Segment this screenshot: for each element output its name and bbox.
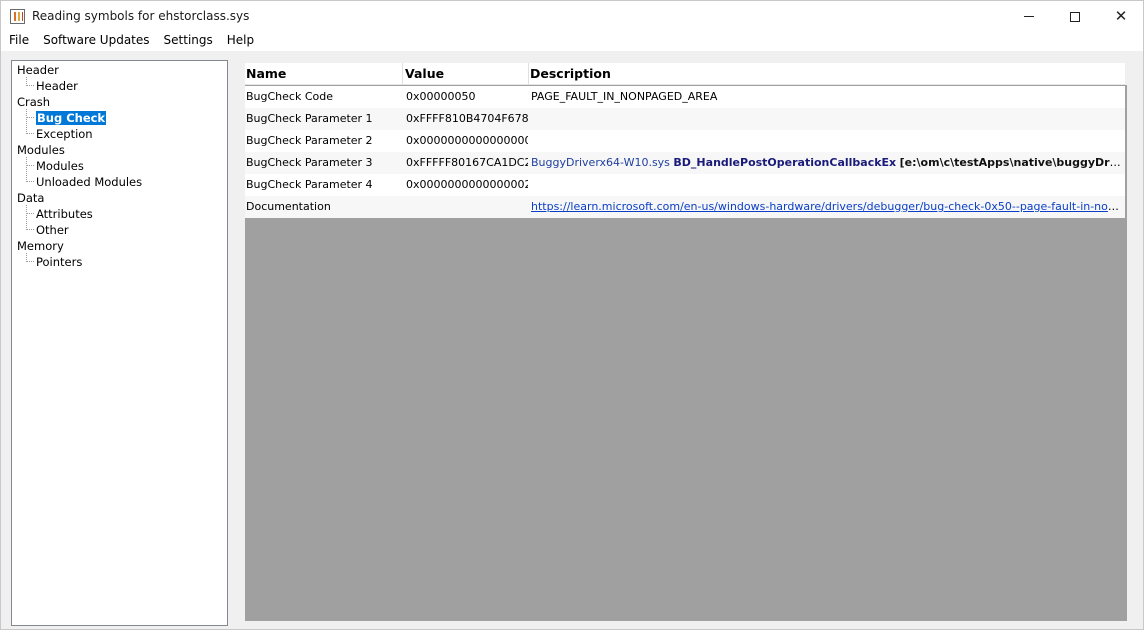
source-path: [e:\om\c\testApps\native\buggyDriver\bug… <box>899 156 1123 169</box>
tree-item-bug-check[interactable]: Bug Check <box>36 110 107 126</box>
menu-help[interactable]: Help <box>220 31 261 51</box>
tree-item-other[interactable]: Other <box>36 222 69 238</box>
row-value: 0x0000000000000000 <box>406 134 528 147</box>
tree-item-pointers[interactable]: Pointers <box>36 254 82 270</box>
close-button[interactable]: ✕ <box>1098 1 1144 32</box>
column-header-name[interactable]: Name <box>245 63 403 85</box>
grid-header: Name Value Description <box>245 63 1127 85</box>
maximize-button[interactable] <box>1052 1 1098 32</box>
tree-group-memory[interactable]: Memory <box>17 238 64 254</box>
main-area: Header Header Crash Bug Check Exception … <box>0 51 1144 630</box>
row-value <box>406 196 528 218</box>
title-bar: Reading symbols for ehstorclass.sys ✕ <box>0 0 1144 31</box>
close-icon: ✕ <box>1114 7 1128 25</box>
menu-settings[interactable]: Settings <box>157 31 220 51</box>
table-row[interactable]: Documentation https://learn.microsoft.co… <box>245 196 1125 218</box>
table-row[interactable]: BugCheck Parameter 2 0x0000000000000000 <box>245 130 1125 152</box>
row-name: BugCheck Parameter 4 <box>246 178 373 191</box>
row-value: 0xFFFFF80167CA1DC2 <box>406 156 528 169</box>
menu-file[interactable]: File <box>1 31 36 51</box>
row-description: https://learn.microsoft.com/en-us/window… <box>531 196 1123 218</box>
app-icon <box>10 9 25 24</box>
row-description <box>531 108 1123 130</box>
tree-group-data[interactable]: Data <box>17 190 44 206</box>
window-title: Reading symbols for ehstorclass.sys <box>32 9 250 23</box>
table-row[interactable]: BugCheck Code 0x00000050 PAGE_FAULT_IN_N… <box>245 86 1125 108</box>
row-name: BugCheck Parameter 1 <box>246 112 373 125</box>
row-name: Documentation <box>246 200 331 213</box>
tree-group-header[interactable]: Header <box>17 62 59 78</box>
row-description: PAGE_FAULT_IN_NONPAGED_AREA <box>531 90 718 103</box>
tree-item-unloaded-modules[interactable]: Unloaded Modules <box>36 174 142 190</box>
tree-item-attributes[interactable]: Attributes <box>36 206 93 222</box>
bugcheck-grid[interactable]: Name Value Description BugCheck Code 0x0… <box>245 63 1127 621</box>
minimize-icon <box>1024 16 1034 17</box>
row-value: 0x00000050 <box>406 90 476 103</box>
tree-group-modules[interactable]: Modules <box>17 142 65 158</box>
row-name: BugCheck Parameter 3 <box>246 156 373 169</box>
table-row[interactable]: BugCheck Parameter 1 0xFFFF810B4704F678 <box>245 108 1125 130</box>
row-description <box>531 130 1123 152</box>
module-name: BuggyDriverx64-W10.sys <box>531 156 670 169</box>
function-name: BD_HandlePostOperationCallbackEx <box>673 156 897 169</box>
documentation-link[interactable]: https://learn.microsoft.com/en-us/window… <box>531 200 1123 213</box>
column-header-description[interactable]: Description <box>529 63 1125 85</box>
header-end <box>1125 63 1127 85</box>
menu-software-updates[interactable]: Software Updates <box>36 31 156 51</box>
tree-item-modules[interactable]: Modules <box>36 158 84 174</box>
row-value: 0x0000000000000002 <box>406 178 528 191</box>
tree-item-header[interactable]: Header <box>36 78 78 94</box>
row-description <box>531 174 1123 196</box>
tree-item-exception[interactable]: Exception <box>36 126 93 142</box>
minimize-button[interactable] <box>1006 1 1052 32</box>
row-name: BugCheck Code <box>246 90 333 103</box>
table-row[interactable]: BugCheck Parameter 4 0x0000000000000002 <box>245 174 1125 196</box>
row-value: 0xFFFF810B4704F678 <box>406 112 528 125</box>
maximize-icon <box>1070 11 1080 22</box>
navigation-tree[interactable]: Header Header Crash Bug Check Exception … <box>11 60 228 626</box>
tree-group-crash[interactable]: Crash <box>17 94 50 110</box>
column-header-value[interactable]: Value <box>404 63 529 85</box>
table-row[interactable]: BugCheck Parameter 3 0xFFFFF80167CA1DC2 … <box>245 152 1125 174</box>
menu-bar: File Software Updates Settings Help <box>0 31 1144 51</box>
row-name: BugCheck Parameter 2 <box>246 134 373 147</box>
row-description: BuggyDriverx64-W10.sys BD_HandlePostOper… <box>531 152 1123 174</box>
